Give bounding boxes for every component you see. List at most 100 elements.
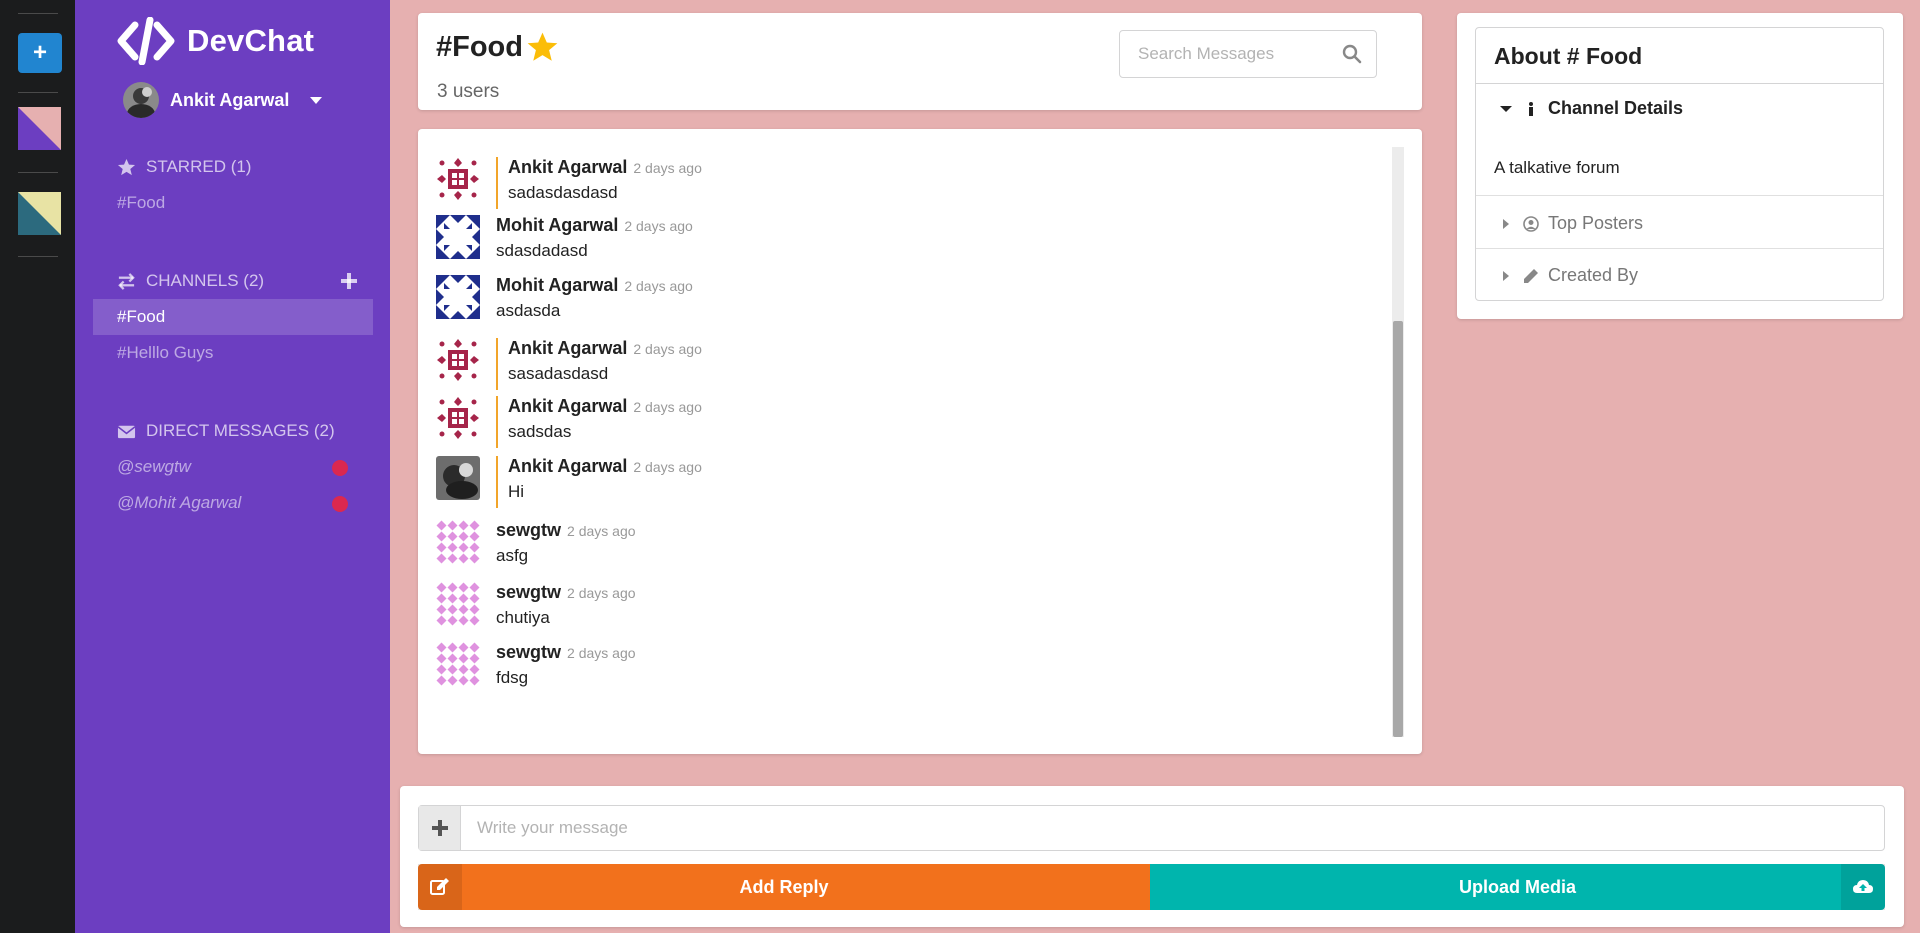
message-text: sasadasdasd <box>508 364 609 383</box>
message-timestamp: 2 days ago <box>633 459 702 475</box>
divider <box>18 256 58 257</box>
exchange-icon <box>118 272 135 290</box>
message-content: Mohit Agarwal 2 days ago sdasdadasd <box>496 215 693 261</box>
message-item: Ankit Agarwal 2 days ago sadsdas <box>436 392 1336 450</box>
message-timestamp: 2 days ago <box>567 645 636 661</box>
divider <box>1476 248 1883 249</box>
message-text: fdsg <box>496 668 529 687</box>
add-color-button[interactable]: + <box>18 33 62 73</box>
offline-status-dot <box>332 496 348 512</box>
message-author: Ankit Agarwal <box>508 396 628 416</box>
message-text: sadsdas <box>508 422 572 441</box>
identicon-avatar[interactable] <box>436 338 480 382</box>
channels-heading: CHANNELS (2) <box>117 271 264 291</box>
message-item: Ankit Agarwal 2 days ago sasadasdasd <box>436 334 1336 392</box>
message-timestamp: 2 days ago <box>624 218 693 234</box>
message-content: Ankit Agarwal 2 days ago sadsdas <box>496 396 702 448</box>
message-author: Mohit Agarwal <box>496 275 619 295</box>
message-timestamp: 2 days ago <box>567 523 636 539</box>
channel-item-food[interactable]: #Food <box>93 299 373 335</box>
message-author: sewgtw <box>496 582 562 602</box>
dm-item-mohit-agarwal[interactable]: @Mohit Agarwal <box>93 485 373 521</box>
divider <box>18 92 58 93</box>
edit-icon <box>418 864 462 910</box>
star-icon <box>117 158 136 175</box>
divider <box>18 172 58 173</box>
identicon-avatar[interactable] <box>436 215 480 259</box>
search-box <box>1119 30 1377 78</box>
identicon-avatar[interactable] <box>436 275 480 319</box>
message-author: sewgtw <box>496 520 562 540</box>
search-input[interactable] <box>1120 31 1330 77</box>
message-text: chutiya <box>496 608 550 627</box>
about-panel: About # Food Channel Details A talkative… <box>1457 13 1903 319</box>
message-content: sewgtw 2 days ago fdsg <box>496 642 636 688</box>
message-content: Ankit Agarwal 2 days ago Hi <box>496 456 702 508</box>
dm-item-sewgtw[interactable]: @sewgtw <box>93 449 373 485</box>
channel-item-helllo-guys[interactable]: #Helllo Guys <box>93 335 373 371</box>
message-content: sewgtw 2 days ago chutiya <box>496 582 636 628</box>
color-swatch[interactable] <box>18 192 61 235</box>
user-menu[interactable]: Ankit Agarwal <box>123 82 323 118</box>
channel-title: #Food <box>436 31 559 64</box>
upload-media-button[interactable]: Upload Media <box>1150 864 1885 910</box>
top-posters-toggle[interactable]: Top Posters <box>1476 213 1883 234</box>
info-icon <box>1529 101 1533 116</box>
search-icon[interactable] <box>1342 44 1362 64</box>
message-timestamp: 2 days ago <box>633 341 702 357</box>
direct-messages-heading: DIRECT MESSAGES (2) <box>117 421 335 441</box>
channel-details-toggle[interactable]: Channel Details <box>1476 98 1883 119</box>
message-list: Ankit Agarwal 2 days ago sadasdasdasd Mohit… <box>418 129 1422 754</box>
color-swatch[interactable] <box>18 107 61 150</box>
plus-icon[interactable] <box>419 806 461 850</box>
chevron-down-icon <box>310 96 323 104</box>
message-text: Hi <box>508 482 525 501</box>
message-text: asdasda <box>496 301 561 320</box>
message-timestamp: 2 days ago <box>567 585 636 601</box>
channel-accordion: About # Food Channel Details A talkative… <box>1475 27 1884 301</box>
user-circle-icon <box>1523 215 1539 232</box>
user-name: Ankit Agarwal <box>170 89 290 110</box>
caret-down-icon <box>1500 105 1512 112</box>
scrollbar[interactable] <box>1392 147 1404 737</box>
message-item: Ankit Agarwal 2 days ago Hi <box>436 452 1336 510</box>
message-content: sewgtw 2 days ago asfg <box>496 520 636 566</box>
identicon-avatar[interactable] <box>436 157 480 201</box>
message-item: Ankit Agarwal 2 days ago sadasdasdasd <box>436 153 1336 211</box>
starred-item-food[interactable]: #Food <box>93 185 373 221</box>
identicon-avatar[interactable] <box>436 396 480 440</box>
message-item: Mohit Agarwal 2 days ago sdasdadasd <box>436 211 1336 269</box>
offline-status-dot <box>332 460 348 476</box>
channel-description: A talkative forum <box>1494 158 1620 177</box>
scrollbar-thumb[interactable] <box>1393 321 1403 737</box>
message-input[interactable] <box>461 806 1884 850</box>
message-author: Ankit Agarwal <box>508 456 628 476</box>
message-input-group <box>418 805 1885 851</box>
identicon-avatar[interactable] <box>436 520 480 564</box>
add-channel-icon[interactable] <box>340 272 358 290</box>
caret-right-icon <box>1503 270 1509 281</box>
star-icon[interactable] <box>526 31 559 64</box>
cloud-upload-icon <box>1841 864 1885 910</box>
app-name: DevChat <box>187 23 315 58</box>
message-text: sadasdasdasd <box>508 183 618 202</box>
message-timestamp: 2 days ago <box>633 399 702 415</box>
identicon-avatar[interactable] <box>436 582 480 626</box>
caret-right-icon <box>1503 218 1509 229</box>
pencil-icon <box>1524 268 1538 283</box>
message-content: Mohit Agarwal 2 days ago asdasda <box>496 275 693 321</box>
message-author: Mohit Agarwal <box>496 215 619 235</box>
add-reply-button[interactable]: Add Reply <box>418 864 1150 910</box>
brand: DevChat <box>117 17 314 65</box>
identicon-avatar[interactable] <box>436 642 480 686</box>
user-avatar[interactable] <box>436 456 480 500</box>
sidebar: DevChat Ankit Agarwal STARRED (1) #Food … <box>75 0 390 933</box>
message-item: sewgtw 2 days ago chutiya <box>436 578 1336 636</box>
code-icon <box>117 17 175 65</box>
message-content: Ankit Agarwal 2 days ago sadasdasdasd <box>496 157 702 209</box>
user-count: 3 users <box>437 81 500 102</box>
created-by-toggle[interactable]: Created By <box>1476 265 1883 286</box>
message-timestamp: 2 days ago <box>624 278 693 294</box>
envelope-icon <box>117 425 136 438</box>
message-author: Ankit Agarwal <box>508 157 628 177</box>
